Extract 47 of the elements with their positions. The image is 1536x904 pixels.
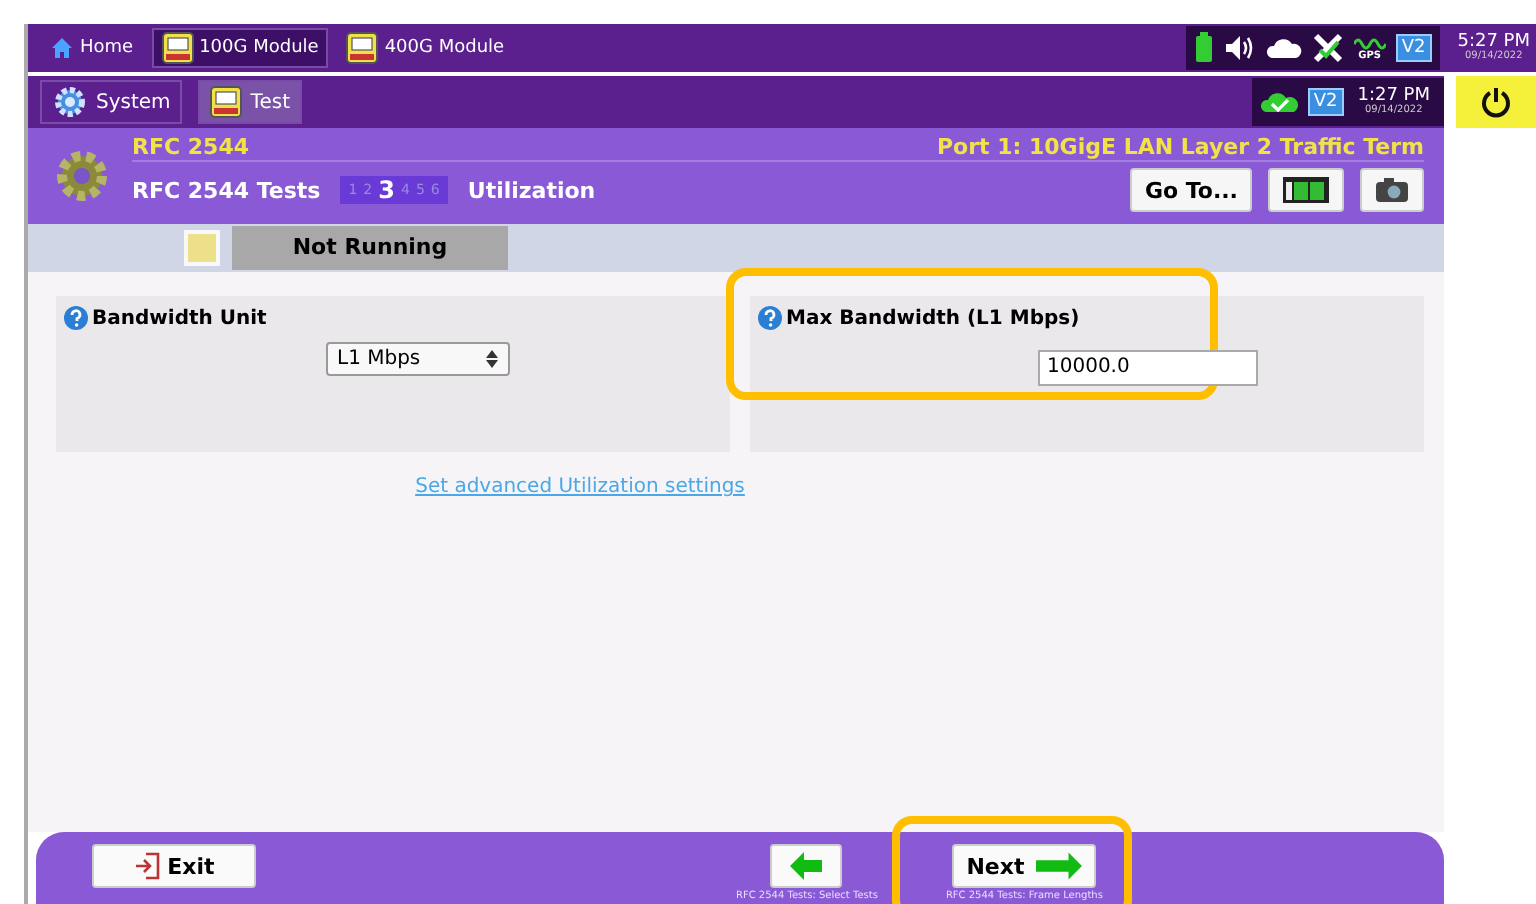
clock-time: 1:27 PM	[1357, 88, 1430, 106]
exit-door-icon	[133, 852, 162, 880]
status-indicator	[184, 230, 220, 266]
satellite-icon	[1311, 32, 1344, 64]
panel-icon	[1282, 176, 1330, 204]
tab[interactable]: System	[40, 80, 183, 124]
tab[interactable]: Home	[40, 28, 144, 68]
field-label: Bandwidth Unit	[92, 307, 267, 329]
power-icon	[1480, 86, 1512, 118]
tab[interactable]: 400G Module	[336, 28, 515, 68]
right-arrow-icon	[1036, 852, 1083, 880]
help-icon	[758, 306, 782, 330]
layout-button[interactable]	[1268, 168, 1344, 212]
step-number[interactable]: 3	[378, 176, 395, 204]
version-badge: V2	[1307, 88, 1344, 116]
field-label: Max Bandwidth (L1 Mbps)	[786, 307, 1080, 329]
bandwidth-field[interactable]: 10000.0	[1037, 349, 1257, 385]
goto-button[interactable]: Go To...	[1130, 168, 1252, 212]
screenshot-button[interactable]	[1360, 168, 1424, 212]
cloud-check-icon	[1259, 90, 1300, 114]
test-title: RFC 2544	[132, 134, 250, 160]
exit-button[interactable]: Exit	[92, 844, 256, 888]
house-icon	[50, 36, 74, 60]
cloud-icon	[1265, 36, 1302, 60]
camera-icon	[1374, 176, 1410, 204]
port-label: Port 1: 10GigE LAN Layer 2 Traffic Term	[936, 134, 1424, 160]
unit-dropdown[interactable]: L1 Mbps	[325, 342, 509, 376]
run-status: Not Running	[232, 226, 508, 270]
updown-icon	[485, 350, 497, 368]
clock-time: 5:27 PM	[1457, 34, 1530, 52]
speaker-icon	[1223, 34, 1256, 62]
left-arrow-icon	[790, 852, 823, 880]
tab[interactable]: Test	[198, 80, 302, 124]
gear-icon	[52, 84, 88, 120]
signal-wave-icon	[1353, 35, 1386, 51]
next-button[interactable]: Next	[952, 844, 1097, 888]
power-button[interactable]	[1456, 76, 1536, 128]
version-badge: V2	[1395, 34, 1432, 62]
module-icon	[161, 32, 194, 64]
page-title: Utilization	[467, 177, 596, 203]
test-name: RFC 2544 Tests	[132, 177, 321, 203]
help-icon	[64, 306, 88, 330]
module-icon	[210, 86, 243, 118]
battery-icon	[1193, 32, 1214, 64]
module-icon	[346, 32, 379, 64]
tab[interactable]: 100G Module	[151, 28, 329, 68]
gear-icon	[52, 146, 112, 206]
